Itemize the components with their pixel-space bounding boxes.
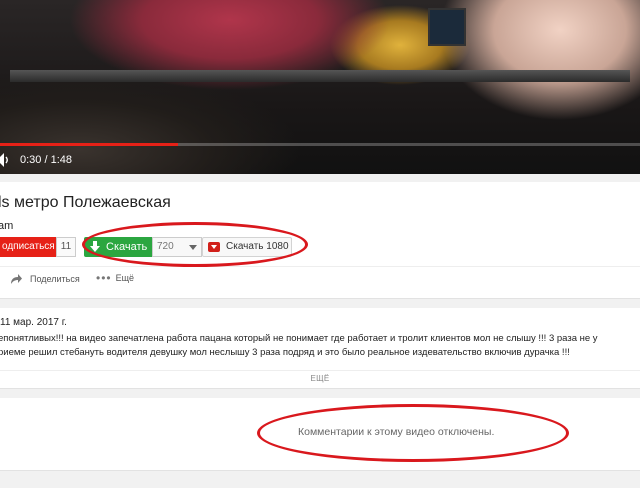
- description-line: риеме решил стебануть водителя девушку м…: [0, 347, 570, 358]
- video-frame-window: [10, 70, 630, 82]
- quality-value: 720: [157, 241, 174, 252]
- download-button-label: Скачать: [106, 241, 148, 253]
- video-info-panel: ls метро Полежаевская am одписаться 11 С…: [0, 182, 640, 299]
- download-1080-button[interactable]: Скачать 1080: [202, 237, 292, 257]
- video-player[interactable]: 0:30 / 1:48: [0, 0, 640, 174]
- more-dots-icon: •••: [96, 271, 112, 285]
- video-frame: [0, 0, 640, 174]
- channel-name[interactable]: am: [0, 220, 13, 232]
- share-button[interactable]: Поделиться: [10, 273, 80, 285]
- player-controls: 0:30 / 1:48: [0, 150, 72, 170]
- video-frame-monitor: [428, 8, 466, 46]
- comments-panel: Комментарии к этому видео отключены.: [0, 398, 640, 471]
- more-actions-button[interactable]: ••• Ещё: [96, 271, 135, 285]
- more-label: Ещё: [115, 273, 135, 283]
- description-panel: 11 мар. 2017 г. епонятливых!!! на видео …: [0, 308, 640, 389]
- download-1080-label: Скачать 1080: [226, 241, 289, 252]
- progress-bar[interactable]: [0, 143, 640, 146]
- show-more-button[interactable]: ЕЩЁ: [0, 370, 640, 387]
- volume-icon[interactable]: [0, 153, 10, 167]
- description-line: епонятливых!!! на видео запечатлена рабо…: [0, 333, 598, 344]
- download-button[interactable]: Скачать: [84, 237, 152, 257]
- publish-date: 11 мар. 2017 г.: [0, 317, 67, 328]
- quality-select[interactable]: 720: [152, 237, 202, 257]
- time-display: 0:30 / 1:48: [20, 154, 72, 166]
- subscriber-count: 11: [56, 237, 76, 257]
- progress-fill: [0, 143, 178, 146]
- share-label: Поделиться: [30, 274, 80, 284]
- comments-disabled-message: Комментарии к этому видео отключены.: [298, 426, 495, 438]
- share-icon: [11, 274, 22, 284]
- video-title: ls метро Полежаевская: [0, 194, 171, 211]
- download-arrow-icon: [90, 241, 100, 252]
- download-icon: [208, 242, 220, 252]
- chevron-down-icon: [189, 244, 197, 250]
- subscribe-button[interactable]: одписаться: [0, 237, 61, 257]
- divider: [0, 266, 640, 267]
